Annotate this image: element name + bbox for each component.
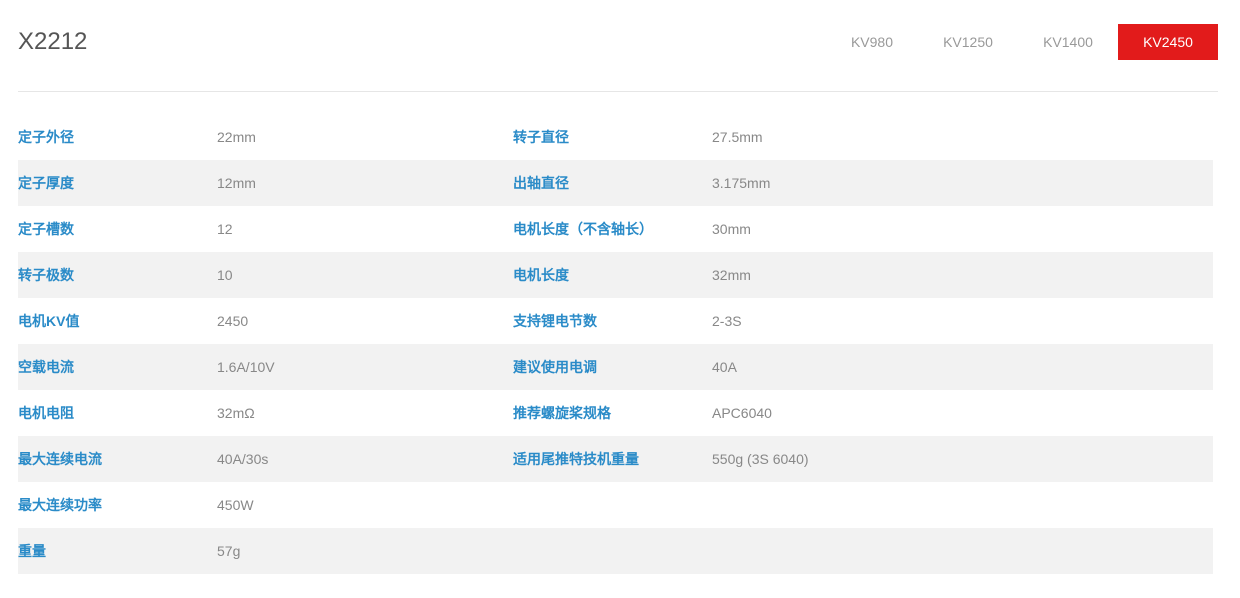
- spec-label: 电机长度: [513, 267, 569, 283]
- spec-label: 定子厚度: [18, 175, 74, 191]
- tab-kv980[interactable]: KV980: [826, 24, 918, 60]
- spec-label: 重量: [18, 543, 46, 559]
- header: X2212 KV980 KV1250 KV1400 KV2450: [18, 24, 1218, 60]
- spec-label: 定子外径: [18, 129, 74, 145]
- table-row: 电机KV值 2450 支持锂电节数 2-3S: [18, 298, 1213, 344]
- tab-kv2450[interactable]: KV2450: [1118, 24, 1218, 60]
- table-row: 定子槽数 12 电机长度（不含轴长） 30mm: [18, 206, 1213, 252]
- spec-value: APC6040: [712, 405, 772, 421]
- spec-label: 支持锂电节数: [513, 313, 597, 329]
- spec-value: 32mΩ: [217, 405, 255, 421]
- spec-value: 57g: [217, 543, 241, 559]
- spec-label: 定子槽数: [18, 221, 74, 237]
- table-row: 重量 57g: [18, 528, 1213, 574]
- spec-label: 电机长度（不含轴长）: [513, 221, 653, 237]
- table-row: 定子厚度 12mm 出轴直径 3.175mm: [18, 160, 1213, 206]
- spec-value: 30mm: [712, 221, 751, 237]
- kv-variant-tabs: KV980 KV1250 KV1400 KV2450: [826, 24, 1218, 60]
- spec-label: 电机KV值: [18, 313, 80, 329]
- spec-label: 建议使用电调: [513, 359, 597, 375]
- spec-value: 2-3S: [712, 313, 742, 329]
- spec-value: 12mm: [217, 175, 256, 191]
- spec-value: 32mm: [712, 267, 751, 283]
- spec-label: 最大连续功率: [18, 497, 102, 513]
- table-row: 电机电阻 32mΩ 推荐螺旋桨规格 APC6040: [18, 390, 1213, 436]
- table-row: 最大连续功率 450W: [18, 482, 1213, 528]
- tab-kv1400[interactable]: KV1400: [1018, 24, 1118, 60]
- spec-value: 1.6A/10V: [217, 359, 275, 375]
- table-row: 转子极数 10 电机长度 32mm: [18, 252, 1213, 298]
- spec-label: 适用尾推特技机重量: [513, 451, 639, 467]
- spec-value: 450W: [217, 497, 254, 513]
- spec-value: 3.175mm: [712, 175, 771, 191]
- spec-label: 空载电流: [18, 359, 74, 375]
- spec-value: 40A: [712, 359, 737, 375]
- spec-label: 推荐螺旋桨规格: [513, 405, 611, 421]
- spec-value: 12: [217, 221, 233, 237]
- spec-value: 22mm: [217, 129, 256, 145]
- spec-table: 定子外径 22mm 转子直径 27.5mm 定子厚度 12mm 出轴直径 3.1…: [18, 114, 1213, 574]
- header-divider: [18, 91, 1218, 92]
- spec-label: 转子极数: [18, 267, 74, 283]
- table-row: 定子外径 22mm 转子直径 27.5mm: [18, 114, 1213, 160]
- spec-value: 10: [217, 267, 233, 283]
- product-spec-page: X2212 KV980 KV1250 KV1400 KV2450 定子外径 22…: [0, 0, 1240, 598]
- tab-kv1250[interactable]: KV1250: [918, 24, 1018, 60]
- spec-label: 转子直径: [513, 129, 569, 145]
- product-title: X2212: [18, 28, 88, 55]
- table-row: 最大连续电流 40A/30s 适用尾推特技机重量 550g (3S 6040): [18, 436, 1213, 482]
- spec-value: 2450: [217, 313, 249, 329]
- spec-value: 40A/30s: [217, 451, 269, 467]
- spec-label: 最大连续电流: [18, 451, 102, 467]
- spec-value: 550g (3S 6040): [712, 451, 809, 467]
- spec-label: 电机电阻: [18, 405, 74, 421]
- spec-label: 出轴直径: [513, 175, 569, 191]
- table-row: 空载电流 1.6A/10V 建议使用电调 40A: [18, 344, 1213, 390]
- spec-value: 27.5mm: [712, 129, 763, 145]
